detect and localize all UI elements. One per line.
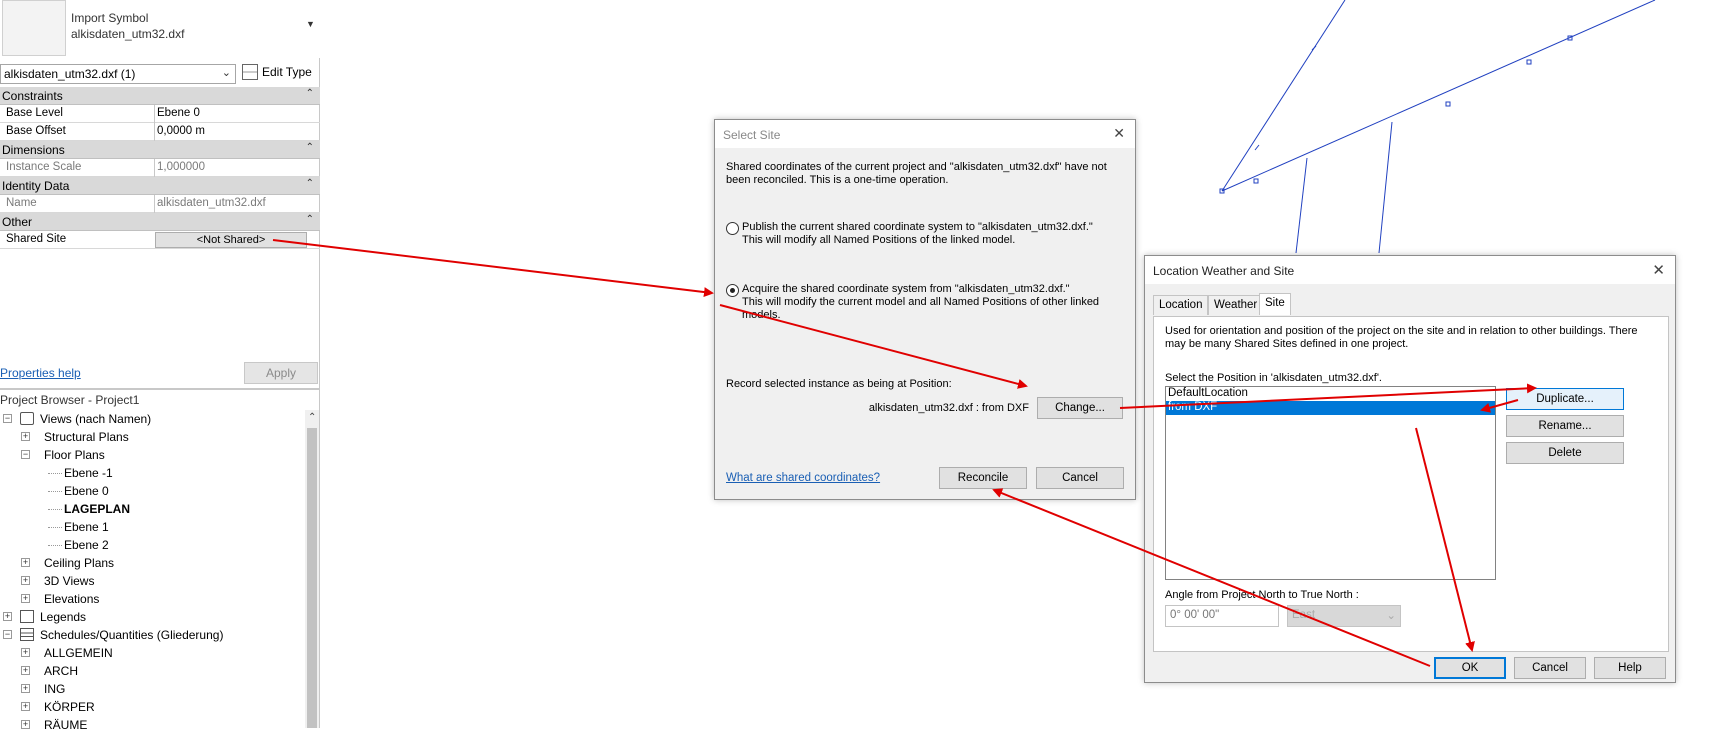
acquire-radio[interactable]	[726, 284, 739, 297]
reconcile-message: Shared coordinates of the current projec…	[726, 161, 1107, 186]
vertex-marker	[1445, 101, 1451, 107]
delete-button[interactable]: Delete	[1506, 442, 1624, 464]
acquire-option-line2: This will modify the current model and a…	[742, 296, 1100, 321]
angle-input[interactable]: 0° 00' 00"	[1165, 605, 1279, 627]
tab-location[interactable]: Location	[1153, 295, 1209, 315]
list-item-selected[interactable]: from DXF	[1166, 401, 1495, 415]
publish-option-line2: This will modify all Named Positions of …	[742, 234, 1016, 246]
site-line	[1221, 0, 1346, 192]
vertex-marker	[1526, 59, 1532, 65]
change-position-button[interactable]: Change...	[1037, 397, 1123, 419]
cancel-button[interactable]: Cancel	[1514, 657, 1586, 679]
shared-coordinates-help-link[interactable]: What are shared coordinates?	[726, 472, 880, 484]
acquire-option-line1: Acquire the shared coordinate system fro…	[742, 283, 1070, 295]
select-position-label: Select the Position in 'alkisdaten_utm32…	[1165, 372, 1382, 384]
ok-button[interactable]: OK	[1434, 657, 1506, 679]
site-tick	[1311, 45, 1317, 51]
site-description: Used for orientation and position of the…	[1165, 325, 1638, 350]
site-line	[1295, 157, 1308, 254]
dialog-title: Select Site	[723, 128, 781, 142]
close-icon[interactable]: ✕	[1113, 125, 1125, 142]
duplicate-button[interactable]: Duplicate...	[1506, 388, 1624, 410]
site-tick	[1254, 144, 1260, 151]
location-weather-site-dialog: Location Weather and Site ✕ Location Wea…	[1144, 255, 1676, 683]
angle-label: Angle from Project North to True North :	[1165, 589, 1359, 601]
tab-site[interactable]: Site	[1259, 293, 1291, 315]
select-site-dialog: Select Site ✕ Shared coordinates of the …	[714, 119, 1136, 500]
direction-select: East ⌄	[1287, 605, 1401, 627]
publish-option-label[interactable]: Publish the current shared coordinate sy…	[742, 221, 1132, 247]
close-icon[interactable]: ✕	[1652, 261, 1665, 279]
help-button[interactable]: Help	[1594, 657, 1666, 679]
publish-radio[interactable]	[726, 222, 739, 235]
cancel-button[interactable]: Cancel	[1036, 467, 1124, 489]
list-item[interactable]: DefaultLocation	[1166, 387, 1495, 401]
dxf-linework	[1219, 0, 1656, 254]
acquire-option-label[interactable]: Acquire the shared coordinate system fro…	[742, 283, 1107, 322]
direction-value: East	[1292, 609, 1316, 621]
position-value: alkisdaten_utm32.dxf : from DXF	[868, 402, 1029, 414]
vertex-marker	[1253, 178, 1259, 184]
tab-weather[interactable]: Weather	[1208, 295, 1264, 315]
dialog-title: Location Weather and Site	[1153, 264, 1295, 278]
dialog-titlebar: Select Site ✕	[715, 120, 1135, 148]
rename-button[interactable]: Rename...	[1506, 415, 1624, 437]
chevron-down-icon: ⌄	[1386, 610, 1396, 622]
publish-option-line1: Publish the current shared coordinate sy…	[742, 221, 1093, 233]
site-tab-panel: Used for orientation and position of the…	[1153, 316, 1669, 652]
reconcile-button[interactable]: Reconcile	[939, 467, 1027, 489]
dialog-titlebar: Location Weather and Site ✕	[1145, 256, 1675, 284]
tab-strip: Location Weather Site	[1153, 293, 1669, 317]
positions-listbox[interactable]: DefaultLocation from DXF	[1165, 386, 1496, 580]
record-position-label: Record selected instance as being at Pos…	[726, 378, 952, 390]
site-line	[1378, 121, 1393, 254]
site-line	[1221, 0, 1656, 192]
